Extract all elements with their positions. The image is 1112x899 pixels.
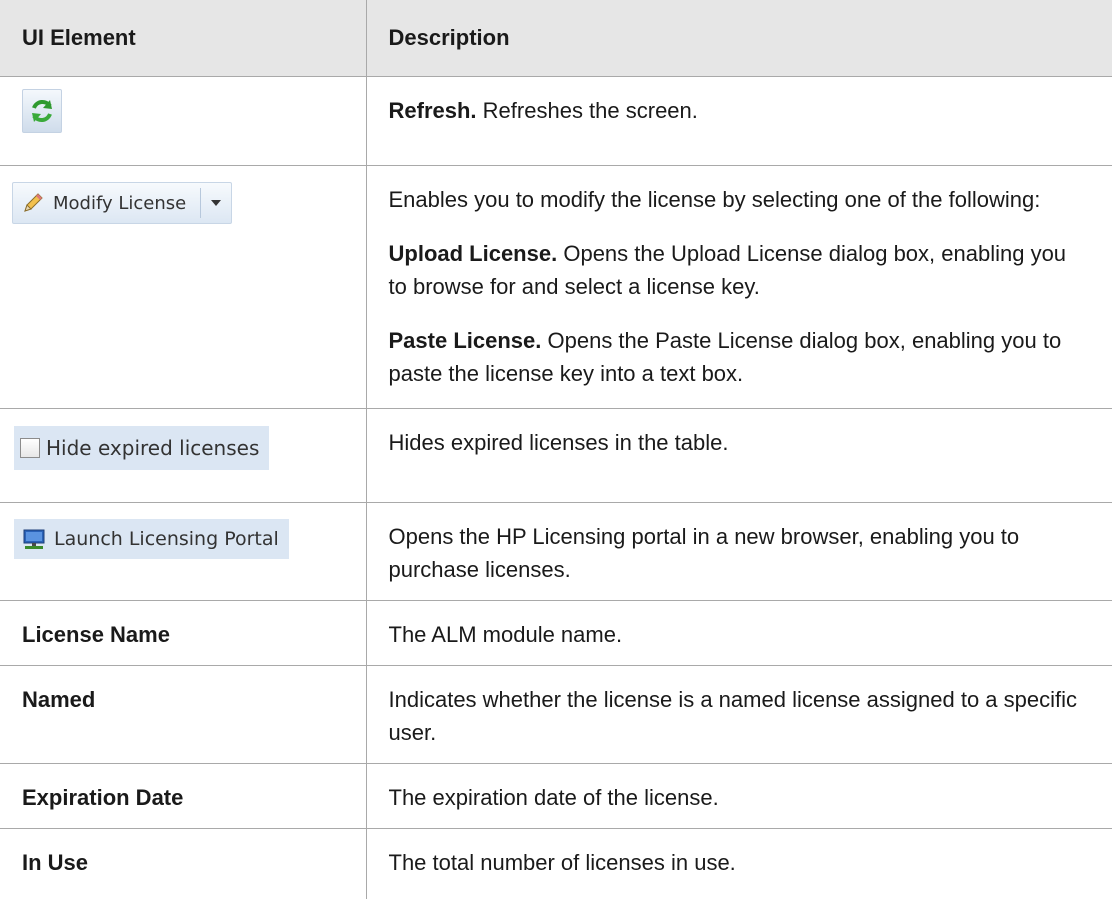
chevron-down-icon [211, 200, 222, 206]
expiration-date-term: Expiration Date [22, 785, 184, 810]
refresh-button[interactable] [22, 89, 62, 133]
pencil-icon [24, 193, 43, 212]
hide-expired-toggle[interactable]: Hide expired licenses [14, 426, 270, 470]
table-row: License Name The ALM module name. [0, 600, 1112, 666]
table-row: In Use The total number of licenses in u… [0, 828, 1112, 899]
named-term: Named [22, 687, 96, 712]
table-row: Refresh. Refreshes the screen. [0, 76, 1112, 166]
modify-license-button[interactable]: Modify License [12, 182, 233, 224]
modify-intro: Enables you to modify the license by sel… [388, 187, 1041, 212]
refresh-term: Refresh. [388, 98, 477, 123]
table-row: Hide expired licenses Hides expired lice… [0, 408, 1112, 503]
monitor-icon [23, 529, 45, 549]
in-use-desc: The total number of licenses in use. [388, 850, 736, 875]
modify-license-label: Modify License [53, 192, 187, 214]
paste-term: Paste License. [388, 328, 542, 353]
license-name-desc: The ALM module name. [388, 622, 623, 647]
launch-portal-button[interactable]: Launch Licensing Portal [14, 519, 289, 559]
modify-license-dropdown[interactable] [201, 183, 231, 223]
hide-expired-label: Hide expired licenses [46, 436, 260, 460]
license-name-term: License Name [22, 622, 170, 647]
refresh-icon [32, 100, 52, 122]
table-row: Expiration Date The expiration date of t… [0, 763, 1112, 829]
table-row: Named Indicates whether the license is a… [0, 665, 1112, 764]
portal-desc: Opens the HP Licensing portal in a new b… [388, 524, 1020, 582]
launch-portal-label: Launch Licensing Portal [54, 528, 279, 550]
header-row: UI Element Description [0, 0, 1112, 77]
ui-elements-table: UI Element Description Refresh. Refreshe… [0, 0, 1112, 899]
refresh-desc: Refreshes the screen. [482, 98, 698, 123]
upload-term: Upload License. [388, 241, 558, 266]
header-ui-element: UI Element [0, 0, 367, 77]
named-desc: Indicates whether the license is a named… [388, 687, 1078, 745]
table-row: Launch Licensing Portal Opens the HP Lic… [0, 502, 1112, 601]
hide-expired-desc: Hides expired licenses in the table. [388, 430, 729, 455]
hide-expired-checkbox[interactable] [20, 438, 40, 458]
in-use-term: In Use [22, 850, 89, 875]
expiration-date-desc: The expiration date of the license. [388, 785, 719, 810]
table-row: Modify License Enables you to modify the… [0, 165, 1112, 409]
header-description: Description [365, 0, 1112, 77]
